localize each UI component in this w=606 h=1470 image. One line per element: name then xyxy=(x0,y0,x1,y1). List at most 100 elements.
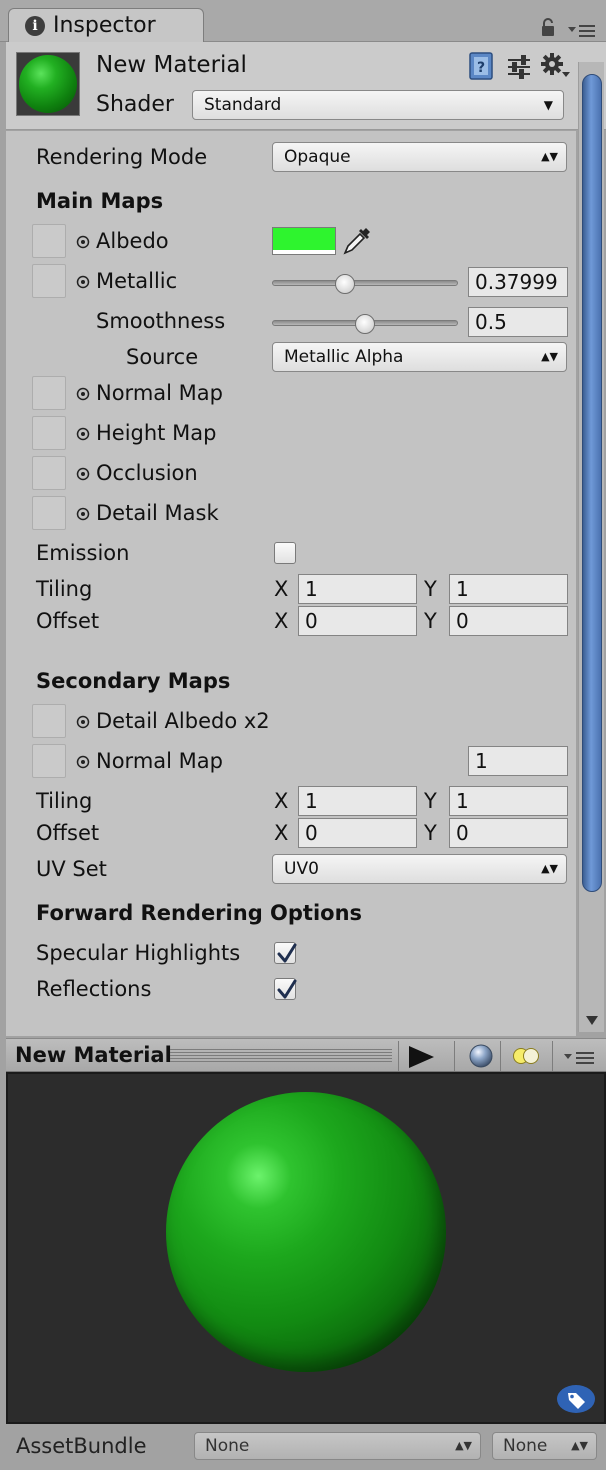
inspector-scrollbar[interactable] xyxy=(578,62,604,1032)
object-picker-icon[interactable] xyxy=(76,275,90,289)
assetbundle-bar: AssetBundle None ▲▼ None ▲▼ xyxy=(6,1424,606,1470)
source-label: Source xyxy=(126,345,199,369)
preview-sphere xyxy=(166,1092,446,1372)
assetbundle-name-dropdown[interactable]: None ▲▼ xyxy=(194,1432,481,1460)
secondary-offset-x-label: X xyxy=(274,821,289,845)
main-tiling-y-label: Y xyxy=(424,577,437,601)
secondary-tiling-x-label: X xyxy=(274,789,289,813)
tag-icon[interactable] xyxy=(556,1384,596,1414)
shader-value: Standard xyxy=(204,95,282,115)
main-offset-x-field[interactable]: 0 xyxy=(298,606,417,636)
height-map-texture-slot[interactable] xyxy=(32,416,66,450)
source-dropdown[interactable]: Metallic Alpha ▲▼ xyxy=(272,342,567,372)
rendering-mode-value: Opaque xyxy=(284,147,351,167)
specular-highlights-checkbox[interactable] xyxy=(274,942,297,964)
play-icon[interactable] xyxy=(406,1045,436,1069)
main-offset-y-label: Y xyxy=(424,609,437,633)
material-properties: Rendering Mode Opaque ▲▼ Main Maps Albed… xyxy=(6,131,576,1036)
emission-label: Emission xyxy=(36,541,130,565)
detail-albedo-texture-slot[interactable] xyxy=(32,704,66,738)
source-value: Metallic Alpha xyxy=(284,347,404,367)
main-offset-y-field[interactable]: 0 xyxy=(449,606,568,636)
forward-rendering-title: Forward Rendering Options xyxy=(36,901,363,925)
object-picker-icon[interactable] xyxy=(76,467,90,481)
main-tiling-y-field[interactable]: 1 xyxy=(449,574,568,604)
smoothness-value-field[interactable]: 0.5 xyxy=(468,307,568,337)
scrollbar-thumb[interactable] xyxy=(582,74,602,892)
secondary-offset-x-field[interactable]: 0 xyxy=(298,818,417,848)
menu-icon[interactable] xyxy=(564,1049,596,1065)
updown-arrow-icon: ▲▼ xyxy=(571,1439,588,1452)
menu-icon[interactable] xyxy=(568,22,596,38)
object-picker-icon[interactable] xyxy=(76,755,90,769)
toolbar-divider xyxy=(552,1041,553,1071)
toolbar-divider xyxy=(454,1041,455,1071)
resize-grip[interactable] xyxy=(170,1049,392,1063)
secondary-offset-y-label: Y xyxy=(424,821,437,845)
material-thumbnail xyxy=(16,52,80,116)
object-picker-icon[interactable] xyxy=(76,427,90,441)
scroll-down-arrow-icon[interactable] xyxy=(584,1012,600,1028)
info-icon: i xyxy=(25,16,45,36)
emission-checkbox[interactable] xyxy=(274,542,296,564)
lock-icon[interactable] xyxy=(540,17,556,37)
secondary-offset-y-field[interactable]: 0 xyxy=(449,818,568,848)
gear-icon[interactable] xyxy=(540,52,570,80)
preview-title: New Material xyxy=(15,1043,172,1067)
assetbundle-variant-dropdown[interactable]: None ▲▼ xyxy=(492,1432,597,1460)
secondary-offset-label: Offset xyxy=(36,821,100,845)
object-picker-icon[interactable] xyxy=(76,715,90,729)
toolbar-divider xyxy=(398,1041,399,1071)
help-book-icon[interactable]: ? xyxy=(468,52,494,80)
tab-title: Inspector xyxy=(53,13,156,38)
object-picker-icon[interactable] xyxy=(76,235,90,249)
eyedropper-icon[interactable] xyxy=(342,226,372,256)
detail-mask-texture-slot[interactable] xyxy=(32,496,66,530)
metallic-texture-slot[interactable] xyxy=(32,264,66,298)
specular-highlights-label: Specular Highlights xyxy=(36,941,241,965)
checkmark-icon xyxy=(277,979,297,999)
uv-set-value: UV0 xyxy=(284,859,319,879)
secondary-normal-map-texture-slot[interactable] xyxy=(32,744,66,778)
main-tiling-x-field[interactable]: 1 xyxy=(298,574,417,604)
albedo-label: Albedo xyxy=(96,229,169,253)
albedo-texture-slot[interactable] xyxy=(32,224,66,258)
normal-map-texture-slot[interactable] xyxy=(32,376,66,410)
rendering-mode-dropdown[interactable]: Opaque ▲▼ xyxy=(272,142,567,172)
secondary-tiling-y-label: Y xyxy=(424,789,437,813)
preview-toolbar: New Material xyxy=(6,1038,606,1072)
secondary-tiling-y-field[interactable]: 1 xyxy=(449,786,568,816)
tab-inspector[interactable]: i Inspector xyxy=(8,8,204,43)
metallic-slider-track[interactable] xyxy=(272,280,458,286)
main-maps-title: Main Maps xyxy=(36,189,164,213)
reflections-label: Reflections xyxy=(36,977,152,1001)
shader-dropdown[interactable]: Standard ▼ xyxy=(192,90,564,120)
occlusion-texture-slot[interactable] xyxy=(32,456,66,490)
metallic-label: Metallic xyxy=(96,269,178,293)
sphere-icon[interactable] xyxy=(468,1043,494,1069)
rendering-mode-label: Rendering Mode xyxy=(36,145,208,169)
updown-arrow-icon: ▲▼ xyxy=(541,350,558,363)
updown-arrow-icon: ▲▼ xyxy=(541,150,558,163)
secondary-normal-scale-field[interactable]: 1 xyxy=(468,746,568,776)
inspector-tabbar: i Inspector xyxy=(0,0,606,43)
secondary-tiling-x-field[interactable]: 1 xyxy=(298,786,417,816)
main-tiling-label: Tiling xyxy=(36,577,93,601)
lights-icon[interactable] xyxy=(510,1045,542,1067)
shader-label: Shader xyxy=(96,92,174,117)
object-picker-icon[interactable] xyxy=(76,387,90,401)
updown-arrow-icon: ▲▼ xyxy=(455,1439,472,1452)
secondary-maps-title: Secondary Maps xyxy=(36,669,231,693)
metallic-slider-handle[interactable] xyxy=(335,274,356,294)
albedo-color-swatch[interactable] xyxy=(272,227,336,255)
sliders-icon[interactable] xyxy=(506,54,532,80)
reflections-checkbox[interactable] xyxy=(274,978,297,1000)
object-picker-icon[interactable] xyxy=(76,507,90,521)
uv-set-dropdown[interactable]: UV0 ▲▼ xyxy=(272,854,567,884)
metallic-value-field[interactable]: 0.37999 xyxy=(468,267,568,297)
main-offset-x-label: X xyxy=(274,609,289,633)
material-preview[interactable] xyxy=(6,1072,606,1424)
smoothness-slider-handle[interactable] xyxy=(355,314,375,334)
main-offset-label: Offset xyxy=(36,609,100,633)
height-map-label: Height Map xyxy=(96,421,217,445)
